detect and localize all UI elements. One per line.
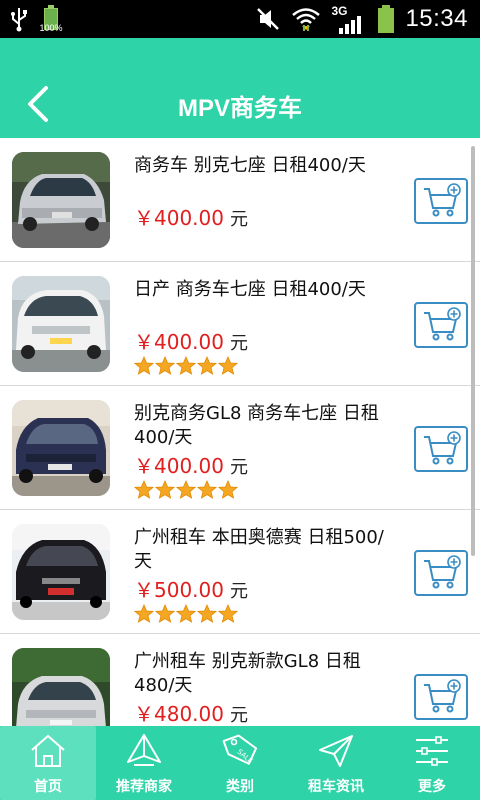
list-item[interactable]: 日产 商务车七座 日租400/天 ￥400.00 元 xyxy=(0,262,480,386)
clock: 15:34 xyxy=(405,5,468,32)
rating-stars xyxy=(134,480,238,500)
star-icon xyxy=(197,480,217,499)
nav-news[interactable]: 租车资讯 xyxy=(288,726,384,800)
price-unit: 元 xyxy=(229,581,248,602)
nav-home[interactable]: 首页 xyxy=(0,726,96,800)
star-icon xyxy=(197,604,217,623)
car-photo xyxy=(12,648,110,726)
add-to-cart-button[interactable] xyxy=(414,426,468,472)
star-icon xyxy=(197,356,217,375)
listing-title: 别克商务GL8 商务车七座 日租400/天 xyxy=(134,403,379,448)
wifi-icon xyxy=(292,8,321,31)
price-unit: 元 xyxy=(229,457,248,478)
list-item[interactable]: 广州租车 别克新款GL8 日租480/天 ￥480.00 元 xyxy=(0,634,480,726)
add-to-cart-button[interactable] xyxy=(414,550,468,596)
add-to-cart-button[interactable] xyxy=(414,178,468,224)
mute-icon xyxy=(257,8,280,30)
price-unit: 元 xyxy=(229,705,248,726)
nav-category[interactable]: SALE 类别 xyxy=(192,726,288,800)
nav-label: 更多 xyxy=(418,779,446,795)
app-header: MPV商务车 xyxy=(0,38,480,138)
home-icon xyxy=(31,734,65,767)
nav-label: 类别 xyxy=(226,779,254,795)
car-list[interactable]: 商务车 别克七座 日租400/天 ￥400.00 元 日产 商务车七座 日租40… xyxy=(0,138,480,726)
cart-add-icon xyxy=(424,679,461,713)
list-item[interactable]: 广州租车 本田奥德赛 日租500/天 ￥500.00 元 xyxy=(0,510,480,634)
cart-add-icon xyxy=(424,555,461,589)
listing-price: ￥500.00 元 xyxy=(134,574,248,603)
status-bar: 100% 3G 15:34 xyxy=(0,0,480,38)
rating-stars xyxy=(134,356,238,376)
listing-price: ￥400.00 元 xyxy=(134,326,248,355)
star-icon xyxy=(176,480,196,499)
usb-icon xyxy=(11,8,27,32)
listing-price: ￥400.00 元 xyxy=(134,202,248,231)
nav-label: 推荐商家 xyxy=(116,779,172,795)
price-value: ￥400.00 xyxy=(134,206,224,230)
listing-title: 日产 商务车七座 日租400/天 xyxy=(134,279,366,300)
rating-stars xyxy=(134,604,238,624)
listing-title: 商务车 别克七座 日租400/天 xyxy=(134,155,366,176)
sliders-icon xyxy=(416,736,448,766)
car-photo xyxy=(12,524,110,620)
listing-price: ￥480.00 元 xyxy=(134,698,248,726)
star-icon xyxy=(155,604,175,623)
send-icon xyxy=(319,735,353,767)
recommend-icon xyxy=(127,734,161,766)
car-photo xyxy=(12,152,110,248)
listing-title: 广州租车 本田奥德赛 日租500/天 xyxy=(134,527,384,572)
list-item[interactable]: 别克商务GL8 商务车七座 日租400/天 ￥400.00 元 xyxy=(0,386,480,510)
price-value: ￥500.00 xyxy=(134,578,224,602)
star-icon xyxy=(155,356,175,375)
tag-icon: SALE xyxy=(222,734,258,765)
star-icon xyxy=(218,356,238,375)
cart-add-icon xyxy=(424,183,461,217)
list-scrollbar[interactable] xyxy=(471,146,475,556)
price-value: ￥400.00 xyxy=(134,454,224,478)
cell-signal-3g: 3G xyxy=(331,0,362,38)
star-icon xyxy=(134,604,154,623)
cart-add-icon xyxy=(424,431,461,465)
star-icon xyxy=(176,604,196,623)
add-to-cart-button[interactable] xyxy=(414,674,468,720)
star-icon xyxy=(155,480,175,499)
listing-title: 广州租车 别克新款GL8 日租480/天 xyxy=(134,651,361,696)
status-right: 3G 15:34 xyxy=(255,0,468,38)
nav-more[interactable]: 更多 xyxy=(384,726,480,800)
star-icon xyxy=(134,480,154,499)
listing-price: ￥400.00 元 xyxy=(134,450,248,479)
price-value: ￥400.00 xyxy=(134,330,224,354)
star-icon xyxy=(218,480,238,499)
add-to-cart-button[interactable] xyxy=(414,302,468,348)
car-photo xyxy=(12,276,110,372)
price-unit: 元 xyxy=(229,209,248,230)
page-title: MPV商务车 xyxy=(177,95,302,122)
list-item[interactable]: 商务车 别克七座 日租400/天 ￥400.00 元 xyxy=(0,138,480,262)
nav-recommend[interactable]: 推荐商家 xyxy=(96,726,192,800)
star-icon xyxy=(218,604,238,623)
star-icon xyxy=(134,356,154,375)
bottom-nav: 首页 推荐商家 SALE 类别 租车资讯 更多 xyxy=(0,726,480,800)
star-icon xyxy=(176,356,196,375)
battery-percent: 100% xyxy=(39,23,63,33)
nav-label: 租车资讯 xyxy=(308,779,364,795)
price-value: ￥480.00 xyxy=(134,702,224,726)
status-left: 100% xyxy=(10,4,63,34)
signal-bars-icon xyxy=(339,16,362,34)
cart-add-icon xyxy=(424,307,461,341)
battery-icon xyxy=(378,5,395,33)
nav-label: 首页 xyxy=(34,779,62,795)
car-photo xyxy=(12,400,110,496)
price-unit: 元 xyxy=(229,333,248,354)
battery-full-icon: 100% xyxy=(39,5,63,33)
